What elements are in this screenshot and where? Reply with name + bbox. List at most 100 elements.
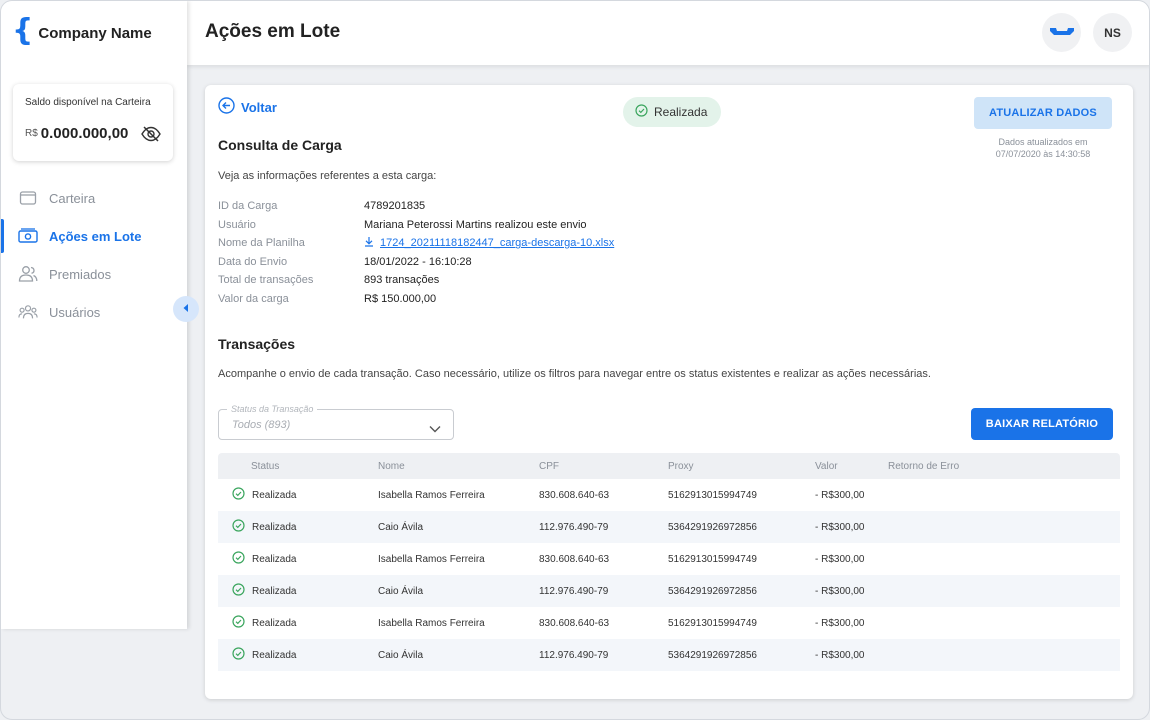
cell-valor: - R$300,00 — [815, 649, 865, 661]
column-header[interactable]: Status — [218, 461, 378, 472]
sidebar-item-label: Usuários — [49, 304, 101, 320]
status-filter-label: Status da Transação — [227, 404, 318, 414]
cell-valor: - R$300,00 — [815, 521, 865, 533]
cell-proxy: 5162913015994749 — [668, 553, 757, 565]
info-row: ID da Carga 4789201835 — [218, 197, 614, 216]
cell-status: Realizada — [218, 487, 378, 503]
column-header[interactable]: Valor — [815, 461, 888, 472]
cell-valor: - R$300,00 — [815, 585, 865, 597]
back-link[interactable]: Voltar — [218, 97, 277, 117]
brace-logo-icon: { — [12, 13, 34, 48]
batch-money-icon — [18, 227, 38, 245]
info-value: 18/01/2022 - 16:10:28 — [364, 255, 472, 268]
update-data-button[interactable]: ATUALIZAR DADOS — [974, 97, 1112, 129]
load-details-card: Voltar Realizada ATUALIZAR DADOS Dados a… — [205, 85, 1133, 699]
cell-status: Realizada — [218, 519, 378, 535]
check-circle-icon — [232, 615, 252, 631]
sidebar-item-acoes-em-lote[interactable]: Ações em Lote — [1, 217, 187, 255]
spreadsheet-download-link[interactable]: 1724_20211118182447_carga-descarga-10.xl… — [364, 236, 614, 250]
brand-logo-button[interactable] — [1042, 13, 1081, 52]
column-header[interactable]: Nome — [378, 461, 539, 472]
info-label: ID da Carga — [218, 200, 278, 213]
info-row: Data do Envio 18/01/2022 - 16:10:28 — [218, 253, 614, 272]
cell-nome: Isabella Ramos Ferreira — [378, 553, 485, 565]
caret-left-icon — [182, 300, 190, 318]
cell-proxy: 5364291926972856 — [668, 585, 757, 597]
cell-cpf: 112.976.490-79 — [539, 585, 609, 597]
sidebar-nav: Carteira Ações em Lote Premiados Usuário… — [1, 179, 187, 331]
check-circle-icon — [232, 487, 252, 503]
cell-nome: Isabella Ramos Ferreira — [378, 489, 485, 501]
eye-off-icon[interactable] — [141, 125, 161, 142]
status-filter-select[interactable]: Status da Transação Todos (893) — [218, 404, 454, 440]
info-label: Nome da Planilha — [218, 237, 305, 250]
intro-text: Veja as informações referentes a esta ca… — [218, 170, 437, 182]
info-label: Data do Envio — [218, 255, 288, 268]
cell-valor: - R$300,00 — [815, 553, 865, 565]
avatar[interactable]: NS — [1093, 13, 1132, 52]
sidebar-collapse-button[interactable] — [173, 296, 199, 322]
last-updated-note: Dados atualizados em 07/07/2020 às 14:30… — [974, 136, 1112, 160]
back-label: Voltar — [241, 99, 277, 115]
cell-status: Realizada — [218, 551, 378, 567]
sidebar-item-premiados[interactable]: Premiados — [1, 255, 187, 293]
app-window: { Company Name Saldo disponível na Carte… — [0, 0, 1150, 720]
balance-label: Saldo disponível na Carteira — [25, 97, 151, 108]
table-row: Realizada Isabella Ramos Ferreira 830.608.… — [218, 479, 1120, 511]
sidebar-item-carteira[interactable]: Carteira — [1, 179, 187, 217]
section-title-transactions: Transações — [218, 336, 296, 352]
check-circle-icon — [232, 519, 252, 535]
info-row: Nome da Planilha 1724_20211118182447_car… — [218, 234, 614, 253]
status-text: Realizada — [252, 521, 297, 533]
balance-value: 0.000.000,00 — [40, 125, 129, 142]
status-text: Realizada — [252, 649, 297, 661]
status-text: Realizada — [252, 617, 297, 629]
check-circle-icon — [635, 104, 654, 120]
table-body: Realizada Isabella Ramos Ferreira 830.608.… — [218, 479, 1120, 671]
table-row: Realizada Caio Ávila 112.976.490-79 5364291… — [218, 639, 1120, 671]
sidebar-item-label: Carteira — [49, 190, 96, 206]
chevron-down-icon — [429, 420, 441, 438]
cell-valor: - R$300,00 — [815, 489, 865, 501]
cell-proxy: 5162913015994749 — [668, 489, 757, 501]
sidebar-item-usuarios[interactable]: Usuários — [1, 293, 187, 331]
column-header[interactable]: Retorno de Erro — [888, 461, 1120, 472]
cell-cpf: 830.608.640-63 — [539, 489, 610, 501]
check-circle-icon — [232, 647, 252, 663]
top-header: Ações em Lote NS — [187, 1, 1149, 65]
brand[interactable]: { Company Name — [1, 1, 187, 65]
table-row: Realizada Isabella Ramos Ferreira 830.608.… — [218, 543, 1120, 575]
spreadsheet-name: 1724_20211118182447_carga-descarga-10.xl… — [380, 237, 615, 250]
status-text: Realizada — [252, 489, 297, 501]
download-icon — [364, 236, 380, 250]
download-report-button[interactable]: BAIXAR RELATÓRIO — [971, 408, 1113, 440]
cell-nome: Caio Ávila — [378, 585, 424, 597]
info-value: Mariana Peterossi Martins realizou este … — [364, 218, 587, 231]
column-header[interactable]: CPF — [539, 461, 668, 472]
status-filter-value: Todos (893) — [232, 419, 291, 431]
info-row: Valor da carga R$ 150.000,00 — [218, 290, 614, 309]
transactions-table: Status Nome CPF Proxy Valor Retorno de E… — [218, 453, 1120, 671]
page-title: Ações em Lote — [205, 21, 341, 42]
transactions-description: Acompanhe o envio de cada transação. Cas… — [218, 368, 931, 380]
sidebar: { Company Name Saldo disponível na Carte… — [1, 1, 187, 629]
table-row: Realizada Caio Ávila 112.976.490-79 5364291… — [218, 511, 1120, 543]
info-row: Total de transações 893 transações — [218, 271, 614, 290]
info-row: Usuário Mariana Peterossi Martins realiz… — [218, 216, 614, 235]
company-name: Company Name — [38, 24, 152, 42]
check-circle-icon — [232, 583, 252, 599]
sidebar-item-label: Premiados — [49, 266, 112, 282]
balance-card: Saldo disponível na Carteira R$ 0.000.00… — [13, 84, 173, 161]
cell-nome: Caio Ávila — [378, 521, 424, 533]
cell-cpf: 830.608.640-63 — [539, 553, 610, 565]
load-info-list: ID da Carga 4789201835 Usuário Mariana P… — [218, 197, 614, 308]
users-icon — [18, 265, 38, 283]
table-header: Status Nome CPF Proxy Valor Retorno de E… — [218, 453, 1120, 479]
section-title-load: Consulta de Carga — [218, 137, 342, 153]
status-text: Realizada — [252, 553, 297, 565]
column-header[interactable]: Proxy — [668, 461, 815, 472]
brand-mark-icon — [1049, 24, 1075, 42]
arrow-left-circle-icon — [218, 97, 241, 117]
cell-proxy: 5364291926972856 — [668, 521, 757, 533]
info-label: Usuário — [218, 218, 256, 231]
